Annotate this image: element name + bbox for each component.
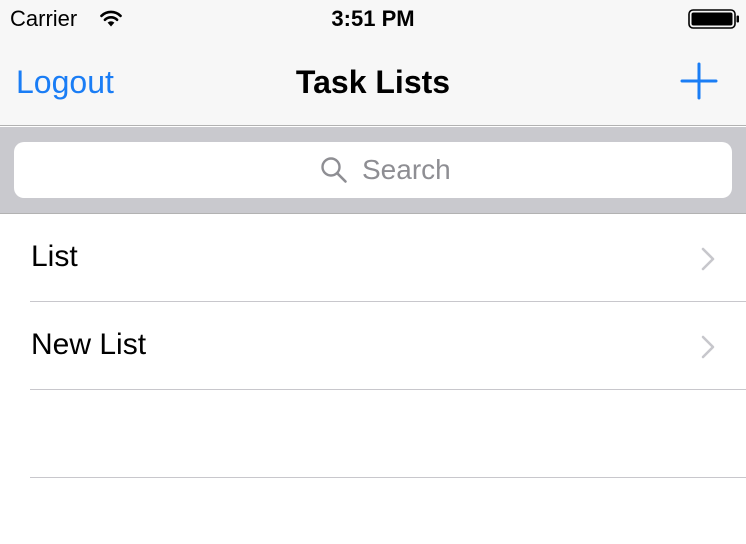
page-title: Task Lists bbox=[295, 64, 451, 100]
row-separator bbox=[30, 477, 746, 478]
search-bar: Search bbox=[0, 127, 746, 214]
chevron-right-icon bbox=[701, 335, 715, 359]
status-bar: Carrier 3:51 PM bbox=[0, 0, 746, 40]
task-lists-screen: Carrier 3:51 PM Logout Task Lists Search… bbox=[0, 0, 746, 544]
search-placeholder: Search bbox=[362, 154, 451, 185]
list-item[interactable]: List bbox=[0, 214, 746, 302]
empty-row bbox=[0, 390, 746, 478]
list-item[interactable]: New List bbox=[0, 302, 746, 390]
list-item-label: List bbox=[31, 240, 78, 273]
search-input[interactable]: Search bbox=[14, 142, 732, 198]
plus-icon bbox=[680, 62, 718, 100]
task-lists-table: List New List bbox=[0, 214, 746, 478]
navigation-bar: Logout Task Lists bbox=[0, 40, 746, 126]
battery-icon bbox=[688, 9, 739, 29]
chevron-right-icon bbox=[701, 247, 715, 271]
search-icon bbox=[321, 157, 347, 183]
add-list-button[interactable] bbox=[678, 60, 720, 102]
status-time: 3:51 PM bbox=[331, 6, 415, 31]
list-item-label: New List bbox=[31, 328, 147, 361]
